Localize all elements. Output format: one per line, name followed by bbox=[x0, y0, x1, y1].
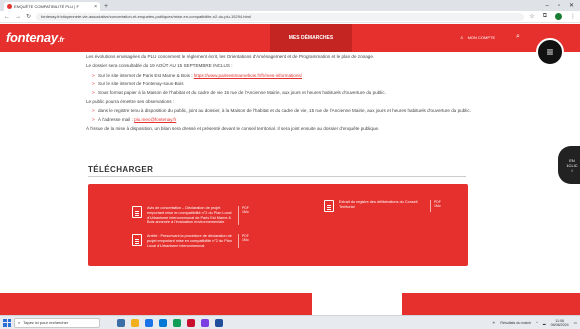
hamburger-menu-button[interactable]: ≡ bbox=[536, 38, 564, 66]
email-link[interactable]: plu.mec@fontenay.fr bbox=[134, 117, 176, 122]
url-field[interactable]: fontenay.fr/citoyennete-vie-associative/… bbox=[36, 12, 525, 21]
search-icon[interactable]: ⌕ bbox=[516, 33, 520, 41]
forward-icon[interactable]: → bbox=[15, 14, 21, 20]
app-icon[interactable] bbox=[215, 318, 223, 327]
app-icon[interactable] bbox=[173, 318, 181, 327]
pointer-hand-icon: ☝ bbox=[570, 167, 574, 173]
list-item: dans le registre tenu à disposition du p… bbox=[92, 108, 486, 115]
account-link[interactable]: ♙ MON COMPTE bbox=[460, 35, 495, 40]
download-panel: Avis de concertation – Déclaration de pr… bbox=[88, 184, 468, 266]
mes-demarches-menu[interactable]: MES DÉMARCHES bbox=[270, 24, 352, 52]
taskbar-apps bbox=[117, 318, 223, 327]
observations-list: dans le registre tenu à disposition du p… bbox=[92, 108, 486, 123]
list-item: Sur le site internet de Fontenay-sous-Bo… bbox=[92, 81, 486, 88]
download-item[interactable]: Arrêté : Prescrivant la procédure de déc… bbox=[132, 234, 256, 249]
download-item[interactable]: Extrait du registre des délibérations du… bbox=[324, 200, 448, 212]
window-controls: – ▫ ✕ bbox=[545, 0, 580, 11]
paragraph-bilan: À l'issue de la mise à disposition, un b… bbox=[86, 126, 380, 132]
task-view-icon[interactable] bbox=[117, 318, 125, 327]
logo-text: fontenay bbox=[6, 30, 58, 45]
pdf-document-icon bbox=[324, 200, 334, 212]
site-footer bbox=[0, 293, 580, 315]
download-item[interactable]: Avis de concertation – Déclaration de pr… bbox=[132, 206, 256, 226]
account-label: MON COMPTE bbox=[467, 35, 496, 40]
close-window-button[interactable]: ✕ bbox=[569, 2, 574, 9]
minimize-button[interactable]: – bbox=[545, 3, 548, 9]
download-heading: TÉLÉCHARGER bbox=[88, 165, 154, 174]
chrome-icon[interactable] bbox=[145, 318, 153, 327]
file-explorer-icon[interactable] bbox=[131, 318, 139, 327]
browser-tab[interactable]: ENQUÊTE COMPATIBILITÉ PLU | F × bbox=[4, 2, 100, 11]
mes-demarches-label: MES DÉMARCHES bbox=[288, 35, 334, 41]
maximize-button[interactable]: ▫ bbox=[558, 3, 560, 9]
list-item: Sous format papier à la Maison de l'habi… bbox=[92, 90, 486, 97]
browser-tab-strip: ENQUÊTE COMPATIBILITÉ PLU | F × + – ▫ ✕ bbox=[0, 0, 580, 11]
search-icon: ⌕ bbox=[18, 320, 21, 325]
url-text: fontenay.fr/citoyennete-vie-associative/… bbox=[41, 14, 251, 19]
favicon-icon bbox=[7, 4, 12, 9]
site-header: fontenay.fr MES DÉMARCHES ♙ MON COMPTE ⌕ bbox=[0, 24, 580, 52]
tab-title: ENQUÊTE COMPATIBILITÉ PLU | F bbox=[14, 4, 79, 9]
document-meta: PDF 1Mo bbox=[430, 200, 448, 212]
system-tray: ☀ Résultats du match ^ ▂ 11:06 06/08/2024… bbox=[492, 319, 577, 327]
article-body: Les évolutions envisagées du PLU concern… bbox=[86, 54, 486, 136]
address-bar-row: ← → ↻ fontenay.fr/citoyennete-vie-associ… bbox=[0, 11, 580, 23]
profile-avatar[interactable] bbox=[555, 13, 562, 20]
clock[interactable]: 11:06 06/08/2024 bbox=[551, 319, 569, 327]
taskbar-search-placeholder: Tapez ici pour rechercher bbox=[23, 320, 69, 325]
document-title: Extrait du registre des délibérations du… bbox=[339, 200, 418, 209]
reload-icon[interactable]: ↻ bbox=[26, 13, 31, 20]
windows-start-icon[interactable] bbox=[3, 318, 11, 327]
list-item: À l'adresse mail : plu.mec@fontenay.fr bbox=[92, 117, 486, 124]
notifications-icon[interactable]: ▭ bbox=[574, 321, 577, 325]
footer-white-block bbox=[312, 293, 402, 315]
consultation-list: Sur le site internet de Paris Est Marne … bbox=[92, 73, 486, 97]
tab-close-icon[interactable]: × bbox=[94, 4, 97, 10]
app-icon[interactable] bbox=[201, 318, 209, 327]
paragraph-consultation-dates: Le dossier sera consultable du 19 AOÛT A… bbox=[86, 63, 233, 69]
browser-menu-icon[interactable]: ⋮ bbox=[570, 13, 576, 20]
bookmark-star-icon[interactable]: ☆ bbox=[529, 13, 534, 20]
paragraph-evolutions: Les évolutions envisagées du PLU concern… bbox=[86, 54, 375, 59]
document-meta: PDF 1Mo bbox=[238, 206, 256, 226]
weather-text[interactable]: Résultats du match bbox=[500, 321, 531, 325]
app-icon[interactable] bbox=[187, 318, 195, 327]
taskbar-search-field[interactable]: ⌕ Tapez ici pour rechercher bbox=[14, 317, 100, 328]
document-meta: PDF 1Mo bbox=[238, 234, 256, 249]
network-icon[interactable]: ▂ bbox=[543, 321, 546, 325]
divider bbox=[88, 176, 466, 177]
en-1-clic-tab[interactable]: EN 1CLIC ☝ bbox=[558, 146, 580, 184]
list-item: Sur le site internet de Paris Est Marne … bbox=[92, 73, 486, 80]
site-logo[interactable]: fontenay.fr bbox=[6, 30, 64, 45]
pdf-document-icon bbox=[132, 234, 142, 246]
extensions-icon[interactable]: ⧉ bbox=[543, 13, 547, 20]
weather-icon: ☀ bbox=[492, 320, 496, 325]
logo-suffix: .fr bbox=[57, 37, 64, 44]
os-taskbar: ⌕ Tapez ici pour rechercher ☀ Résultats … bbox=[0, 315, 580, 329]
new-tab-icon[interactable]: + bbox=[104, 2, 108, 11]
mail-icon[interactable] bbox=[159, 318, 167, 327]
tray-arrow-icon[interactable]: ^ bbox=[536, 321, 538, 325]
back-icon[interactable]: ← bbox=[4, 14, 10, 20]
pdf-document-icon bbox=[132, 206, 142, 218]
user-icon: ♙ bbox=[460, 35, 464, 40]
document-title: Avis de concertation – Déclaration de pr… bbox=[147, 206, 232, 225]
document-title: Arrêté : Prescrivant la procédure de déc… bbox=[147, 234, 232, 248]
paragraph-observations: Le public pourra émettre ses observation… bbox=[86, 99, 175, 105]
pemb-link[interactable]: https://www.parisestmarnebois.fr/fr/mes-… bbox=[194, 73, 302, 78]
